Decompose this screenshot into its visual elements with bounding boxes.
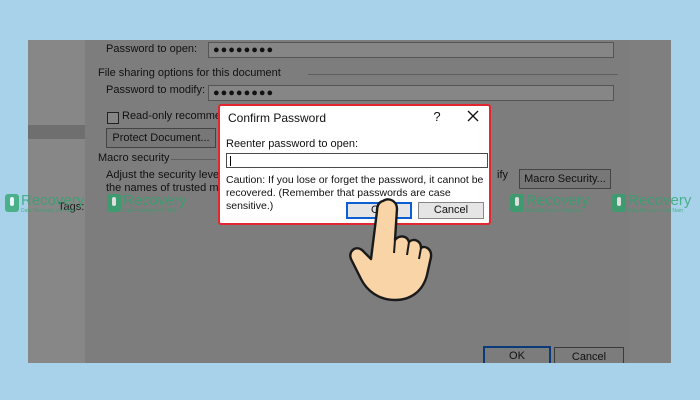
watermark-brand: Recovery xyxy=(526,191,590,209)
watermark: Recovery Data Recovery Viet Nam xyxy=(510,190,589,216)
password-to-open-field[interactable]: ●●●●●●●● xyxy=(208,42,614,58)
close-icon[interactable] xyxy=(464,107,482,125)
recovery-logo-icon xyxy=(5,194,19,212)
watermark-brand: Recovery xyxy=(21,191,85,209)
dialog-title: Confirm Password xyxy=(228,111,327,125)
left-panel-strip xyxy=(28,125,85,139)
section-divider xyxy=(308,74,618,75)
macro-description-line1: Adjust the security level xyxy=(106,169,222,181)
help-icon[interactable]: ? xyxy=(430,109,444,124)
macro-security-button[interactable]: Macro Security... xyxy=(519,169,611,189)
dialog-ok-button[interactable]: OK xyxy=(483,346,551,363)
reenter-password-input[interactable] xyxy=(226,153,488,168)
watermark: Recovery Data Recovery Viet Nam xyxy=(5,190,84,216)
read-only-checkbox[interactable] xyxy=(107,112,119,124)
macro-description-tail: ify xyxy=(497,169,508,181)
watermark-subtitle: Data Recovery Viet Nam xyxy=(21,207,76,214)
password-to-modify-label: Password to modify: xyxy=(106,84,206,96)
password-to-open-label: Password to open: xyxy=(106,43,198,55)
password-to-modify-field[interactable]: ●●●●●●●● xyxy=(208,85,614,101)
recovery-logo-icon xyxy=(612,194,626,212)
macro-divider xyxy=(171,159,216,160)
hand-pointer-icon xyxy=(345,195,435,310)
protect-document-button[interactable]: Protect Document... xyxy=(106,128,216,148)
reenter-password-label: Reenter password to open: xyxy=(226,138,359,150)
dialog-cancel-button[interactable]: Cancel xyxy=(554,347,624,363)
watermark-brand: Recovery xyxy=(123,191,187,209)
watermark-subtitle: Data Recovery Viet Nam xyxy=(628,207,683,214)
file-sharing-title: File sharing options for this document xyxy=(98,67,281,79)
text-caret xyxy=(230,156,231,166)
watermark: Recovery Data Recovery Viet Nam xyxy=(107,190,186,216)
watermark-subtitle: Data Recovery Viet Nam xyxy=(526,207,581,214)
watermark-subtitle: Data Recovery Viet Nam xyxy=(123,207,178,214)
macro-security-title: Macro security xyxy=(98,152,170,164)
read-only-label: Read-only recommen xyxy=(122,110,228,122)
watermark: Recovery Data Recovery Viet Nam xyxy=(612,190,691,216)
recovery-logo-icon xyxy=(510,194,524,212)
recovery-logo-icon xyxy=(107,194,121,212)
watermark-brand: Recovery xyxy=(628,191,692,209)
